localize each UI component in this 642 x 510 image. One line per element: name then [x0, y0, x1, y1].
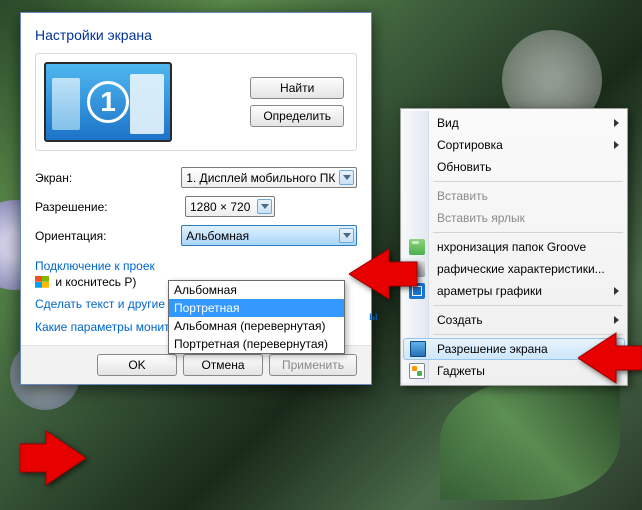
projector-link[interactable]: Подключение к проек: [35, 259, 155, 273]
display-preview-group: 1 Найти Определить: [35, 53, 357, 151]
context-item-sort[interactable]: Сортировка: [403, 134, 625, 156]
orientation-select-value: Альбомная: [186, 229, 249, 243]
orientation-dropdown: Альбомная Портретная Альбомная (переверн…: [168, 280, 345, 354]
monitor-preview[interactable]: 1: [44, 62, 172, 142]
orientation-option[interactable]: Портретная (перевернутая): [169, 335, 344, 353]
apply-button[interactable]: Применить: [269, 354, 357, 376]
identify-button[interactable]: Определить: [250, 105, 344, 127]
context-separator: [433, 305, 623, 306]
truncated-link-fragment: ы: [369, 309, 378, 323]
context-item-paste: Вставить: [403, 185, 625, 207]
windows-logo-icon: [35, 276, 49, 288]
resolution-label: Разрешение:: [35, 200, 175, 214]
projector-shortcut-text: и коснитесь P): [55, 275, 136, 289]
gadgets-icon: [409, 363, 425, 379]
context-separator: [433, 232, 623, 233]
screen-select-value: 1. Дисплей мобильного ПК: [186, 171, 335, 185]
orientation-select[interactable]: Альбомная: [181, 225, 357, 246]
context-item-graphics[interactable]: рафические характеристики...: [403, 258, 625, 280]
context-item-refresh[interactable]: Обновить: [403, 156, 625, 178]
background-decoration: [440, 380, 620, 500]
chevron-down-icon: [339, 228, 354, 243]
submenu-arrow-icon: [614, 119, 619, 127]
screen-select[interactable]: 1. Дисплей мобильного ПК: [181, 167, 357, 188]
resolution-select-value: 1280 × 720: [190, 200, 250, 214]
chevron-down-icon: [339, 170, 354, 185]
screen-label: Экран:: [35, 171, 171, 185]
context-item-graphics-params[interactable]: араметры графики: [403, 280, 625, 302]
context-item-view[interactable]: Вид: [403, 112, 625, 134]
orientation-option[interactable]: Портретная: [169, 299, 344, 317]
cancel-button[interactable]: Отмена: [183, 354, 263, 376]
context-item-create[interactable]: Создать: [403, 309, 625, 331]
submenu-arrow-icon: [614, 316, 619, 324]
chevron-down-icon: [257, 199, 272, 214]
submenu-arrow-icon: [614, 141, 619, 149]
orientation-label: Ориентация:: [35, 229, 171, 243]
monitor-icon: [410, 341, 426, 357]
submenu-arrow-icon: [614, 287, 619, 295]
resolution-select[interactable]: 1280 × 720: [185, 196, 275, 217]
window-title: Настройки экрана: [35, 27, 357, 43]
context-item-groove-sync[interactable]: нхронизация папок Groove: [403, 236, 625, 258]
find-button[interactable]: Найти: [250, 77, 344, 99]
orientation-option[interactable]: Альбомная (перевернутая): [169, 317, 344, 335]
orientation-option[interactable]: Альбомная: [169, 281, 344, 299]
context-separator: [433, 181, 623, 182]
context-item-paste-shortcut: Вставить ярлык: [403, 207, 625, 229]
monitor-number: 1: [87, 81, 129, 123]
ok-button[interactable]: OK: [97, 354, 177, 376]
